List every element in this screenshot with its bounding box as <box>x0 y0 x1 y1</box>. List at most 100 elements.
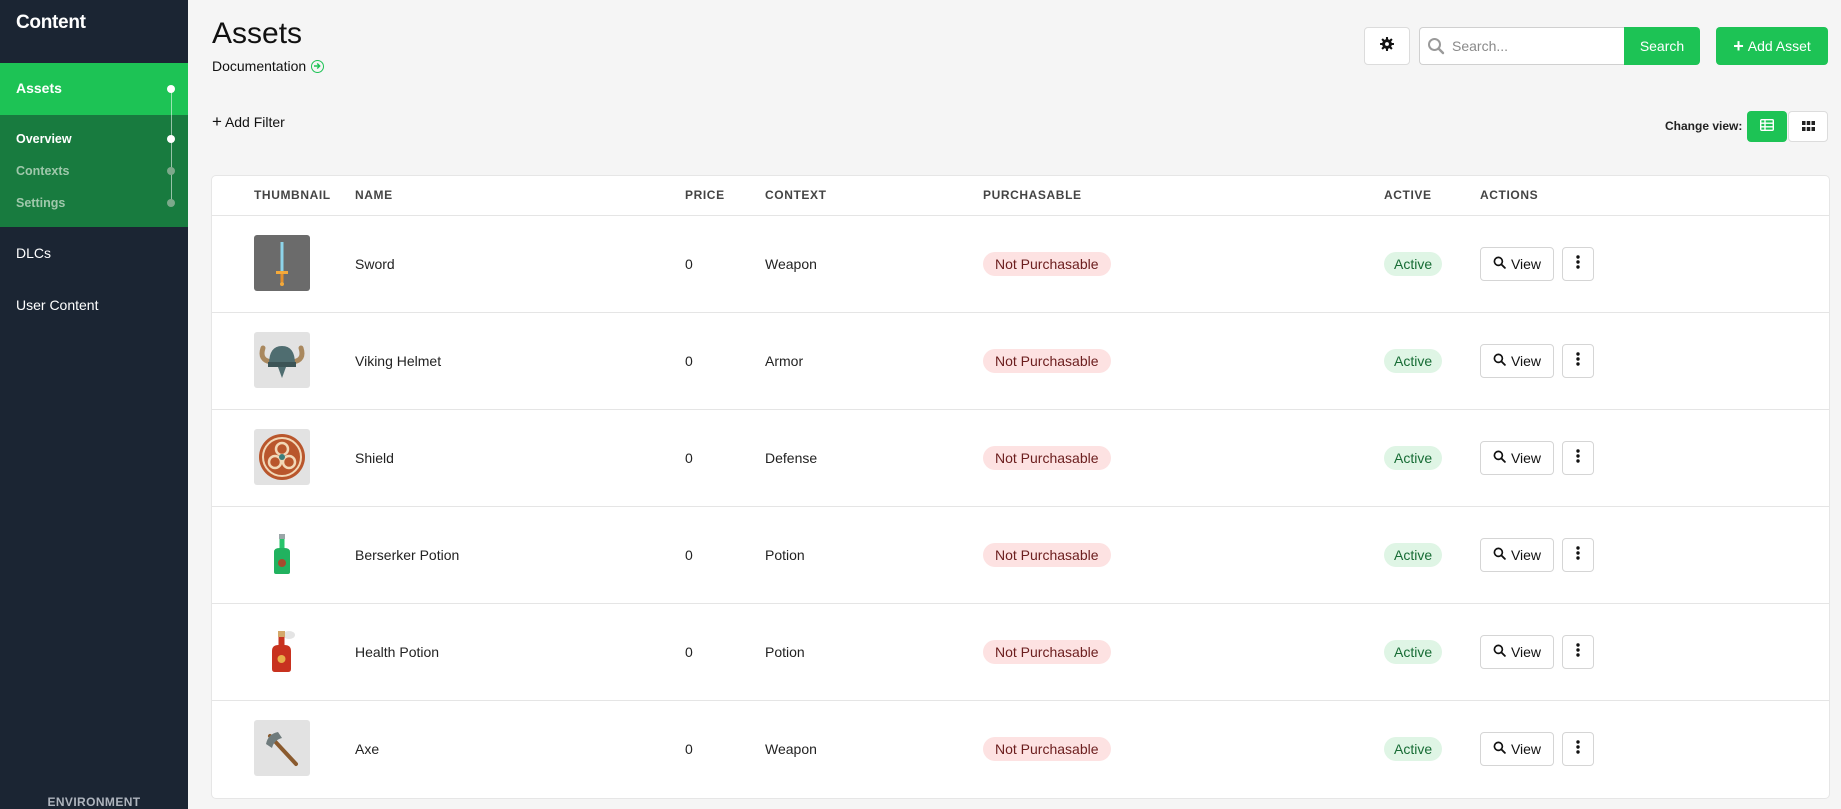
sidebar-item-settings[interactable]: Settings <box>16 196 65 210</box>
contexts-dot <box>167 167 175 175</box>
view-label: View <box>1510 256 1542 272</box>
active-badge: Active <box>1384 252 1443 276</box>
active-badge: Active <box>1384 543 1443 567</box>
grid-view-button[interactable] <box>1788 111 1828 142</box>
view-button[interactable]: View <box>1480 538 1554 572</box>
sidebar-item-contexts[interactable]: Contexts <box>16 164 69 178</box>
view-button[interactable]: View <box>1480 344 1554 378</box>
asset-name: Berserker Potion <box>355 547 460 563</box>
asset-context: Potion <box>765 547 805 563</box>
sword-icon <box>254 235 310 291</box>
more-actions-button[interactable] <box>1562 441 1594 475</box>
active-badge: Active <box>1384 446 1443 470</box>
view-label: View <box>1510 450 1542 466</box>
view-button[interactable]: View <box>1480 441 1554 475</box>
column-header-name[interactable]: NAME <box>355 188 393 202</box>
more-vertical-icon <box>1576 448 1580 468</box>
assets-dot <box>167 85 175 93</box>
asset-price: 0 <box>685 450 693 466</box>
more-vertical-icon <box>1576 545 1580 565</box>
column-header-purchasable[interactable]: PURCHASABLE <box>983 188 1082 202</box>
asset-price: 0 <box>685 741 693 757</box>
table-view-icon <box>1759 118 1775 136</box>
search-field[interactable] <box>1419 27 1625 65</box>
asset-name: Axe <box>355 741 380 757</box>
search-icon <box>1493 644 1506 660</box>
asset-context: Defense <box>765 450 818 466</box>
plus-icon: + <box>212 112 222 131</box>
asset-context: Weapon <box>765 256 817 272</box>
more-actions-button[interactable] <box>1562 635 1594 669</box>
asset-price: 0 <box>685 256 693 272</box>
table-row[interactable]: Health Potion 0 Potion Not Purchasable A… <box>212 603 1829 700</box>
search-icon <box>1493 353 1506 369</box>
more-actions-button[interactable] <box>1562 344 1594 378</box>
column-header-actions: ACTIONS <box>1480 188 1539 202</box>
more-actions-button[interactable] <box>1562 732 1594 766</box>
table-row[interactable]: Shield 0 Defense Not Purchasable Active … <box>212 409 1829 506</box>
page-title: Assets <box>212 17 303 50</box>
search-button[interactable]: Search <box>1624 27 1700 65</box>
grid-view-icon <box>1801 118 1815 136</box>
more-actions-button[interactable] <box>1562 538 1594 572</box>
more-actions-button[interactable] <box>1562 247 1594 281</box>
table-view-button[interactable] <box>1747 111 1787 142</box>
more-vertical-icon <box>1576 351 1580 371</box>
red-potion-icon <box>254 623 310 679</box>
add-filter-label: Add Filter <box>224 113 285 130</box>
sidebar-item-dlcs[interactable]: DLCs <box>16 245 51 261</box>
asset-context: Potion <box>765 644 805 660</box>
documentation-link[interactable]: Documentation <box>212 58 325 74</box>
asset-price: 0 <box>685 644 693 660</box>
view-button[interactable]: View <box>1480 247 1554 281</box>
viking-helmet-icon <box>254 332 310 388</box>
axe-icon <box>254 720 310 776</box>
sidebar-item-label: Assets <box>16 80 62 96</box>
column-header-context[interactable]: CONTEXT <box>765 188 827 202</box>
settings-button[interactable] <box>1364 27 1410 65</box>
change-view-label: Change view: <box>1665 119 1743 133</box>
more-vertical-icon <box>1576 739 1580 759</box>
purchasable-badge: Not Purchasable <box>983 737 1111 761</box>
asset-name: Shield <box>355 450 394 466</box>
table-row[interactable]: Viking Helmet 0 Armor Not Purchasable Ac… <box>212 312 1829 409</box>
documentation-label: Documentation <box>212 58 307 74</box>
asset-name: Health Potion <box>355 644 440 660</box>
table-row[interactable]: Axe 0 Weapon Not Purchasable Active View <box>212 700 1829 798</box>
view-label: View <box>1510 644 1542 660</box>
search-icon <box>1493 741 1506 757</box>
add-asset-button[interactable]: + Add Asset <box>1716 27 1828 65</box>
active-badge: Active <box>1384 640 1443 664</box>
asset-context: Armor <box>765 353 804 369</box>
view-button[interactable]: View <box>1480 635 1554 669</box>
search-icon <box>1420 37 1452 55</box>
sidebar-item-user-content[interactable]: User Content <box>16 297 98 313</box>
column-header-thumbnail: THUMBNAIL <box>254 188 331 202</box>
view-label: View <box>1510 547 1542 563</box>
more-vertical-icon <box>1576 642 1580 662</box>
arrow-right-circle-icon <box>311 59 325 73</box>
plus-icon: + <box>1733 36 1744 56</box>
sidebar-tree-line <box>171 89 172 204</box>
more-vertical-icon <box>1576 254 1580 274</box>
search-input[interactable] <box>1452 38 1612 54</box>
asset-name: Sword <box>355 256 395 272</box>
gear-icon <box>1380 36 1394 56</box>
purchasable-badge: Not Purchasable <box>983 252 1111 276</box>
sidebar-item-overview[interactable]: Overview <box>16 132 72 146</box>
active-badge: Active <box>1384 737 1443 761</box>
column-header-price[interactable]: PRICE <box>685 188 725 202</box>
sidebar-item-assets[interactable]: Assets <box>0 63 188 115</box>
search-icon <box>1493 450 1506 466</box>
overview-dot <box>167 135 175 143</box>
environment-label: ENVIRONMENT <box>47 795 141 809</box>
view-label: View <box>1510 353 1542 369</box>
purchasable-badge: Not Purchasable <box>983 446 1111 470</box>
table-row[interactable]: Sword 0 Weapon Not Purchasable Active Vi… <box>212 215 1829 312</box>
column-header-active[interactable]: ACTIVE <box>1384 188 1432 202</box>
search-icon <box>1493 547 1506 563</box>
add-filter-button[interactable]: + Add Filter <box>212 113 285 130</box>
table-row[interactable]: Berserker Potion 0 Potion Not Purchasabl… <box>212 506 1829 603</box>
view-button[interactable]: View <box>1480 732 1554 766</box>
sidebar-title: Content <box>16 12 86 33</box>
